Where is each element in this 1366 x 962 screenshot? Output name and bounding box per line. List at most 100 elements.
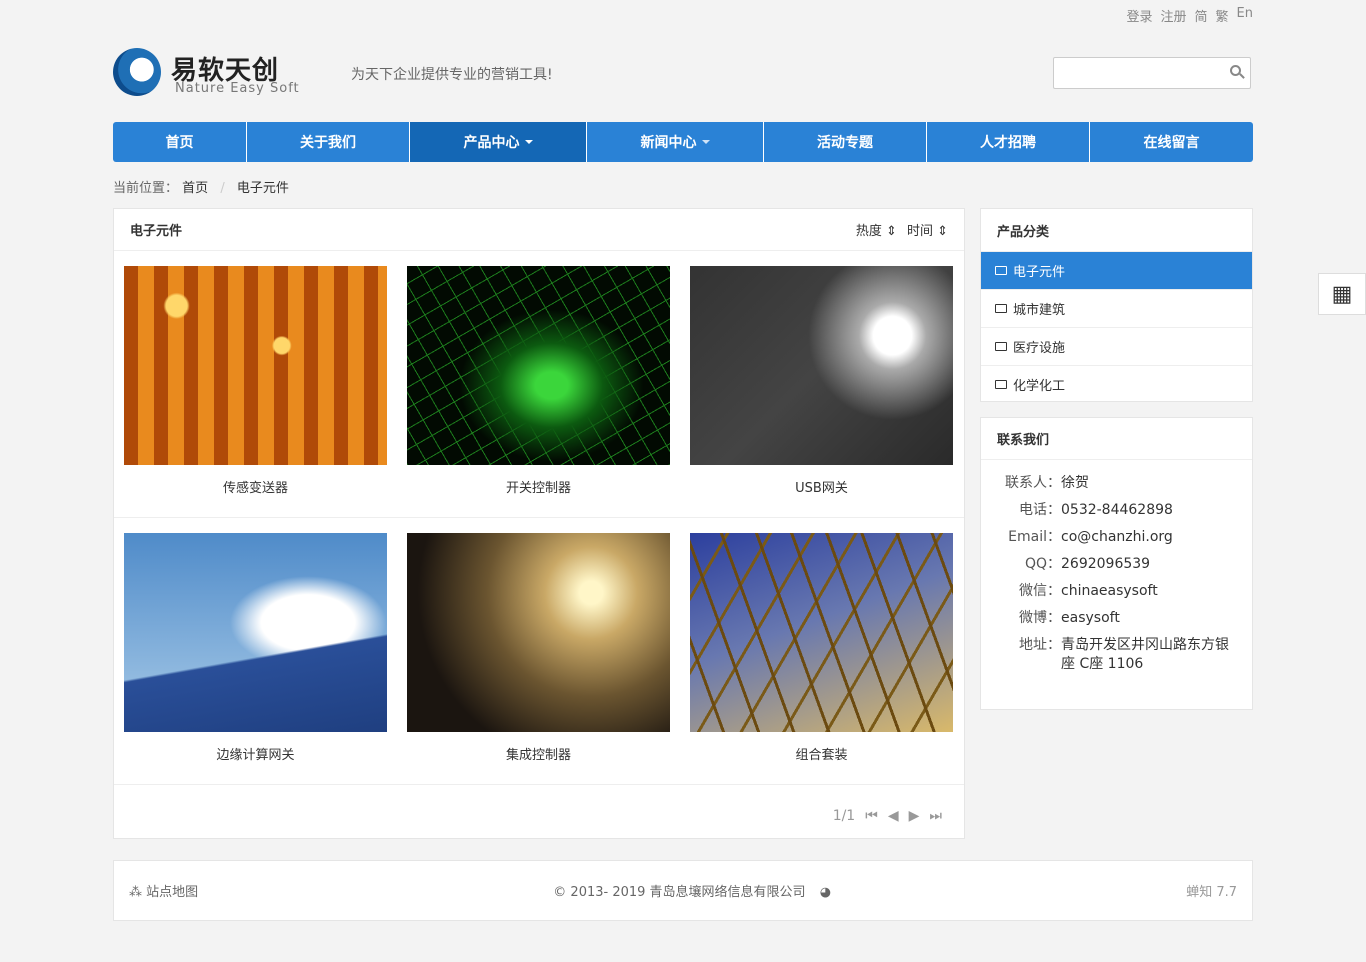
panel-title: 电子元件 <box>130 224 183 239</box>
contact-email[interactable]: co@chanzhi.org <box>1061 528 1252 547</box>
caret-down-icon <box>524 140 533 144</box>
nav-message[interactable]: 在线留言 <box>1090 122 1253 162</box>
product-card[interactable]: USB网关 <box>690 266 953 496</box>
contact-key: 微信： <box>1019 583 1061 599</box>
nav-label: 人才招聘 <box>980 135 1036 151</box>
simplified-link[interactable]: 简 <box>1195 6 1208 25</box>
category-panel: 产品分类 电子元件 城市建筑 医疗设施 化学化工 <box>980 208 1253 402</box>
product-card[interactable]: 集成控制器 <box>407 533 670 763</box>
breadcrumb-home[interactable]: 首页 <box>182 181 208 196</box>
folder-icon <box>995 342 1007 351</box>
traditional-link[interactable]: 繁 <box>1216 6 1229 25</box>
qrcode-button[interactable]: ▦ <box>1318 273 1366 315</box>
breadcrumb: 当前位置： 首页 / 电子元件 <box>113 181 289 196</box>
nav-label: 关于我们 <box>300 135 356 151</box>
contact-key: 联系人： <box>1005 475 1061 491</box>
panel-title: 产品分类 <box>997 224 1050 240</box>
search-icon[interactable] <box>1230 65 1241 76</box>
product-image <box>407 533 670 732</box>
panel-title: 联系我们 <box>997 433 1050 448</box>
category-item[interactable]: 化学化工 <box>981 365 1252 403</box>
sort-hot[interactable]: 热度 ⇕ <box>856 220 897 239</box>
product-name: USB网关 <box>795 481 848 496</box>
category-label: 城市建筑 <box>1013 303 1066 318</box>
sort-label: 热度 <box>855 224 882 239</box>
contact-row: QQ： 2692096539 <box>981 555 1252 574</box>
category-item[interactable]: 城市建筑 <box>981 289 1252 327</box>
contact-value: 徐贺 <box>1061 475 1089 491</box>
contact-row: Email： co@chanzhi.org <box>981 528 1252 547</box>
nav-label: 在线留言 <box>1143 135 1200 151</box>
contact-row: 电话： 0532-84462898 <box>981 501 1252 520</box>
contact-value: 0532-84462898 <box>1061 502 1173 518</box>
product-card[interactable]: 边缘计算网关 <box>124 533 387 763</box>
contact-key: 电话： <box>1019 502 1061 518</box>
english-link[interactable]: En <box>1237 6 1253 25</box>
contact-row: 地址： 青岛开发区井冈山路东方银座 C座 1106 <box>981 636 1252 674</box>
product-image <box>124 266 387 465</box>
category-item[interactable]: 电子元件 <box>981 251 1252 289</box>
product-image <box>690 266 953 465</box>
qrcode-icon: ▦ <box>1331 281 1353 307</box>
folder-icon <box>995 304 1007 313</box>
nav-jobs[interactable]: 人才招聘 <box>927 122 1090 162</box>
footer: ⁂ 站点地图 © 2013- 2019 青岛息壤网络信息有限公司 ◕ 蝉知 7.… <box>113 860 1253 921</box>
sitemap-link[interactable]: ⁂ 站点地图 <box>129 881 198 900</box>
folder-icon <box>995 380 1007 389</box>
copyright: © 2013- 2019 青岛息壤网络信息有限公司 <box>553 885 806 900</box>
sort-label: 时间 <box>906 224 933 239</box>
contact-key: 微博： <box>1019 610 1061 626</box>
contact-value: chinaeasysoft <box>1061 583 1158 599</box>
breadcrumb-prefix: 当前位置： <box>113 181 179 196</box>
slogan: 为天下企业提供专业的营销工具! <box>351 67 553 83</box>
sort-time[interactable]: 时间 ⇕ <box>907 220 948 239</box>
product-image <box>690 533 953 732</box>
nav-news[interactable]: 新闻中心 <box>587 122 764 162</box>
nav-events[interactable]: 活动专题 <box>764 122 927 162</box>
product-card[interactable]: 组合套装 <box>690 533 953 763</box>
nav-label: 首页 <box>165 135 194 151</box>
product-name: 组合套装 <box>795 748 848 763</box>
last-page-icon[interactable]: ⏭ <box>929 808 942 824</box>
contact-key: Email： <box>1008 529 1061 545</box>
logo-icon <box>113 48 161 96</box>
nav-label: 活动专题 <box>817 135 873 151</box>
category-item[interactable]: 医疗设施 <box>981 327 1252 365</box>
product-image <box>407 266 670 465</box>
caret-down-icon <box>701 140 710 144</box>
product-name: 集成控制器 <box>505 748 571 763</box>
search-input[interactable] <box>1053 57 1251 89</box>
product-list-panel: 电子元件 热度 ⇕ 时间 ⇕ 传感变送器 开关控制器 USB网关 边缘计算网关 集… <box>113 208 965 839</box>
first-page-icon[interactable]: ⏮ <box>865 808 878 824</box>
dashboard-icon[interactable]: ◕ <box>820 885 831 900</box>
product-name: 开关控制器 <box>505 481 571 496</box>
page-indicator: 1/1 <box>832 808 856 824</box>
next-page-icon[interactable]: ▶ <box>909 808 920 824</box>
powered-by-link[interactable]: 蝉知 7.7 <box>1186 881 1237 900</box>
category-label: 电子元件 <box>1013 265 1066 280</box>
contact-row: 联系人： 徐贺 <box>981 474 1252 493</box>
main-nav: 首页 关于我们 产品中心 新闻中心 活动专题 人才招聘 在线留言 <box>113 122 1253 162</box>
sitemap-icon: ⁂ <box>129 885 147 900</box>
contact-panel: 联系我们 联系人： 徐贺 电话： 0532-84462898 Email： co@ch… <box>980 417 1253 710</box>
login-link[interactable]: 登录 <box>1126 6 1152 25</box>
product-card[interactable]: 开关控制器 <box>407 266 670 496</box>
product-card[interactable]: 传感变送器 <box>124 266 387 496</box>
pagination: 1/1 ⏮ ◀ ▶ ⏭ <box>833 808 942 824</box>
prev-page-icon[interactable]: ◀ <box>888 808 899 824</box>
register-link[interactable]: 注册 <box>1161 6 1187 25</box>
nav-home[interactable]: 首页 <box>113 122 247 162</box>
breadcrumb-current: 电子元件 <box>236 181 289 196</box>
contact-row: 微信： chinaeasysoft <box>981 582 1252 601</box>
contact-key: 地址： <box>1019 637 1061 653</box>
top-links: 登录 注册 简 繁 En <box>1126 6 1253 25</box>
contact-value[interactable]: easysoft <box>1061 609 1252 628</box>
product-image <box>124 533 387 732</box>
nav-label: 产品中心 <box>463 135 520 151</box>
nav-about[interactable]: 关于我们 <box>247 122 410 162</box>
sitemap-label: 站点地图 <box>146 885 199 900</box>
nav-products[interactable]: 产品中心 <box>410 122 587 162</box>
logo[interactable]: 易软天创 Nature Easy Soft <box>113 46 313 100</box>
contact-value: 2692096539 <box>1061 556 1151 572</box>
contact-value: 青岛开发区井冈山路东方银座 C座 1106 <box>1061 637 1229 672</box>
